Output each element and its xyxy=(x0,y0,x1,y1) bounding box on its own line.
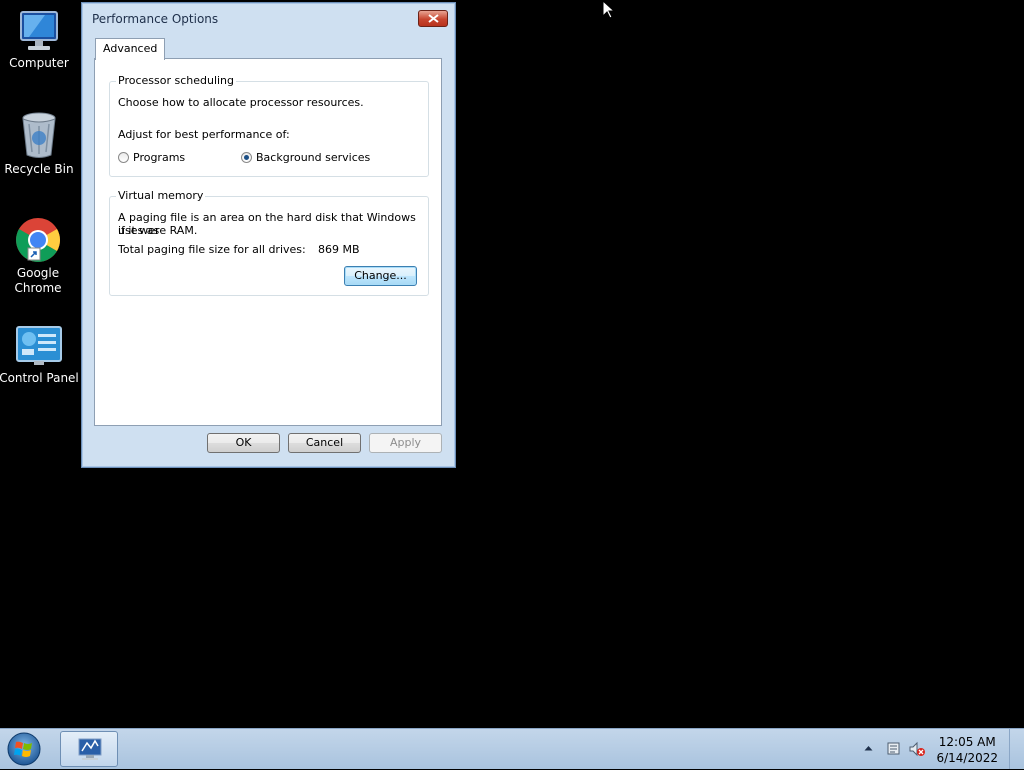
total-paging-label: Total paging file size for all drives: xyxy=(118,243,306,256)
clock-time: 12:05 AM xyxy=(938,735,996,749)
control-panel-icon xyxy=(16,326,62,365)
tab-advanced[interactable]: Advanced xyxy=(95,38,166,60)
system-tray: 12:05 AM 6/14/2022 xyxy=(834,729,1024,769)
performance-options-dialog: Performance Options Advanced Processor s… xyxy=(81,2,456,468)
volume-muted-icon[interactable] xyxy=(908,741,926,757)
tab-panel-advanced: Processor scheduling Choose how to alloc… xyxy=(94,58,442,426)
dialog-title: Performance Options xyxy=(92,12,219,26)
desktop-icon-label: Computer xyxy=(9,56,69,70)
show-desktop-button[interactable] xyxy=(1009,729,1024,769)
taskbar-performance-options-button[interactable] xyxy=(60,731,118,767)
recycle-bin-icon xyxy=(22,112,56,158)
mouse-cursor-icon xyxy=(602,0,616,19)
total-paging-value: 869 MB xyxy=(318,243,360,256)
radio-button[interactable] xyxy=(118,152,129,163)
radio-button-checked[interactable] xyxy=(241,152,252,163)
desktop-icon-computer[interactable]: Computer xyxy=(0,8,79,71)
taskbar: 12:05 AM 6/14/2022 xyxy=(0,728,1024,769)
ok-button[interactable]: OK xyxy=(207,433,280,453)
desktop-icon-label: Control Panel xyxy=(0,371,79,385)
apply-button[interactable]: Apply xyxy=(369,433,442,453)
radio-programs[interactable]: Programs xyxy=(118,151,185,164)
cancel-button[interactable]: Cancel xyxy=(288,433,361,453)
desktop-icon-label: Recycle Bin xyxy=(4,162,74,176)
clock-date: 6/14/2022 xyxy=(936,751,998,765)
change-button[interactable]: Change... xyxy=(344,266,417,286)
show-hidden-icons-icon[interactable] xyxy=(864,745,873,751)
radio-background-services[interactable]: Background services xyxy=(241,151,370,164)
start-button[interactable] xyxy=(5,731,43,767)
close-button[interactable] xyxy=(418,10,448,27)
computer-icon xyxy=(20,11,58,50)
desktop-icon-label: Google Chrome xyxy=(14,266,62,295)
action-center-icon[interactable] xyxy=(886,741,902,757)
processor-scheduling-group: Processor scheduling Choose how to alloc… xyxy=(109,74,429,177)
virtual-memory-description-line2: if it were RAM. xyxy=(118,224,198,237)
processor-scheduling-legend: Processor scheduling xyxy=(116,74,237,87)
close-icon xyxy=(428,14,439,23)
taskbar-clock[interactable]: 12:05 AM 6/14/2022 xyxy=(936,734,998,766)
virtual-memory-legend: Virtual memory xyxy=(116,189,206,202)
desktop-icon-recycle-bin[interactable]: Recycle Bin xyxy=(0,110,79,177)
adjust-performance-label: Adjust for best performance of: xyxy=(118,128,290,141)
dialog-titlebar[interactable]: Performance Options xyxy=(82,3,455,33)
desktop-icon-control-panel[interactable]: Control Panel xyxy=(0,325,79,386)
system-properties-icon xyxy=(78,738,102,760)
desktop-icon-google-chrome[interactable]: Google Chrome xyxy=(0,216,78,296)
chrome-icon xyxy=(16,218,60,262)
radio-programs-label: Programs xyxy=(133,151,186,164)
processor-description: Choose how to allocate processor resourc… xyxy=(118,96,364,109)
radio-background-services-label: Background services xyxy=(256,151,371,164)
windows-logo-icon xyxy=(7,732,41,766)
virtual-memory-group: Virtual memory A paging file is an area … xyxy=(109,189,429,296)
